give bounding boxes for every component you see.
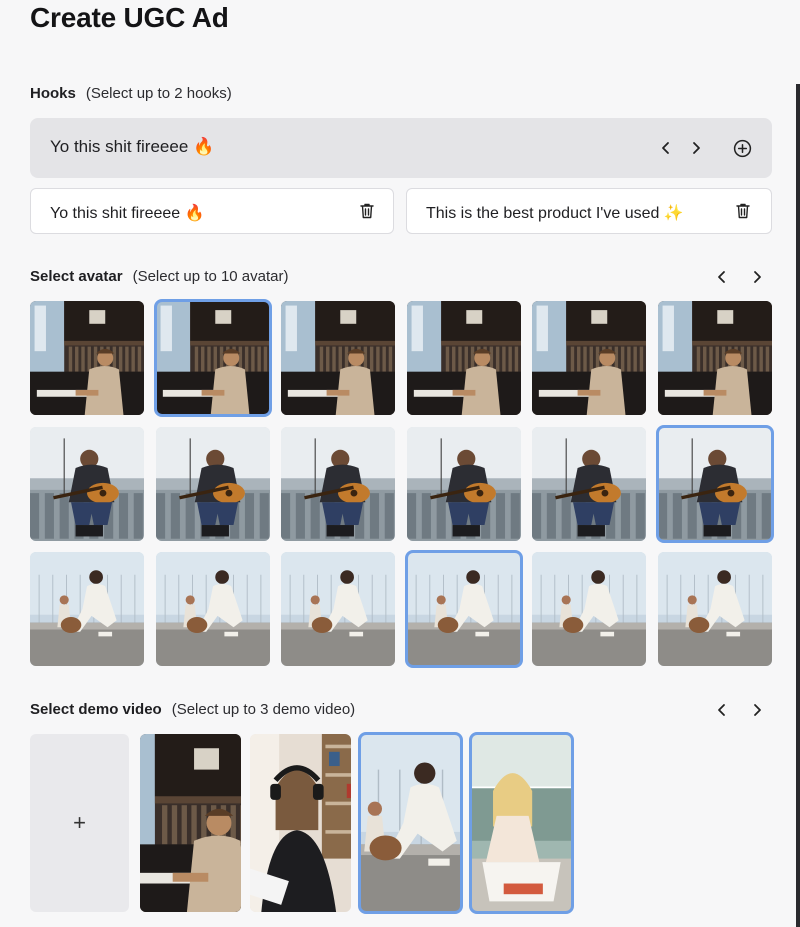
avatar-hint: (Select up to 10 avatar) [132, 268, 289, 285]
avatar-option[interactable] [532, 301, 647, 415]
piano-man-image [30, 301, 144, 415]
add-hook-button[interactable] [730, 136, 754, 160]
sitting-woman-image [471, 734, 572, 912]
demo-section-title: Select demo video (Select up to 3 demo vi… [30, 701, 355, 718]
squat-woman-image [532, 552, 647, 666]
guitar-man-image [155, 426, 270, 541]
chevron-right-icon [754, 271, 761, 283]
hook-prev-button[interactable] [654, 136, 678, 160]
hooks-hint: (Select up to 2 hooks) [85, 85, 232, 102]
delete-hook-button[interactable] [733, 201, 753, 221]
avatar-option[interactable] [30, 426, 144, 541]
demo-label: Select demo video [30, 701, 162, 718]
avatar-next-button[interactable] [745, 265, 769, 289]
demo-video-option[interactable] [250, 734, 351, 912]
guitar-man-image [281, 426, 396, 541]
current-hook-text: Yo this shit fireeee 🔥 [50, 137, 215, 156]
hook-next-button[interactable] [684, 136, 708, 160]
plus-circle-icon [733, 139, 751, 157]
demo-hint: (Select up to 3 demo video) [171, 701, 356, 718]
delete-hook-button[interactable] [357, 201, 377, 221]
add-demo-video-button[interactable]: + [30, 734, 129, 912]
squat-woman-image [281, 552, 396, 666]
avatar-option[interactable] [406, 301, 521, 415]
squat-woman-image [658, 552, 772, 666]
piano-man-image [658, 301, 772, 415]
avatar-option[interactable] [281, 301, 396, 415]
avatar-option[interactable] [281, 426, 396, 541]
avatar-option[interactable] [155, 426, 270, 541]
piano-man-image [532, 301, 647, 415]
demo-video-option[interactable] [469, 732, 574, 914]
piano-man-image [281, 301, 396, 415]
avatar-option[interactable] [404, 550, 523, 668]
piano-man-image [140, 734, 241, 912]
avatar-option[interactable] [656, 424, 774, 543]
page-title: Create UGC Ad [30, 2, 229, 33]
guitar-man-image [406, 426, 521, 541]
hooks-section-title: Hooks (Select up to 2 hooks) [30, 85, 232, 102]
selected-hook-card[interactable]: Yo this shit fireeee 🔥 [30, 188, 394, 234]
avatar-label: Select avatar [30, 268, 123, 285]
avatar-section-title: Select avatar (Select up to 10 avatar) [30, 268, 289, 285]
avatar-option[interactable] [30, 301, 144, 415]
avatar-option[interactable] [281, 552, 396, 666]
demo-prev-button[interactable] [710, 698, 734, 722]
avatar-option[interactable] [153, 299, 272, 417]
trash-icon [360, 203, 374, 219]
plus-icon: + [73, 810, 86, 835]
avatar-option[interactable] [155, 552, 270, 666]
piano-man-image [406, 301, 521, 415]
chevron-left-icon [718, 704, 725, 716]
demo-video-option[interactable] [140, 734, 241, 912]
demo-video-option[interactable] [358, 732, 463, 914]
avatar-option[interactable] [658, 552, 772, 666]
piano-man-image [155, 301, 270, 415]
chevron-left-icon [718, 271, 725, 283]
squat-woman-image [406, 552, 521, 666]
selected-hook-text: Yo this shit fireeee 🔥 [50, 205, 205, 222]
chevron-right-icon [693, 142, 700, 154]
selected-hook-text: This is the best product I've used ✨ [426, 205, 684, 222]
hook-selector[interactable]: Yo this shit fireeee 🔥 [30, 118, 772, 178]
squat-woman-image [30, 552, 144, 666]
guitar-man-image [30, 426, 144, 541]
avatar-option[interactable] [30, 552, 144, 666]
avatar-option[interactable] [658, 301, 772, 415]
avatar-prev-button[interactable] [710, 265, 734, 289]
squat-woman-image [155, 552, 270, 666]
selected-hook-card[interactable]: This is the best product I've used ✨ [406, 188, 772, 234]
avatar-option[interactable] [532, 426, 647, 541]
hooks-label: Hooks [30, 85, 76, 102]
trash-icon [736, 203, 750, 219]
demo-next-button[interactable] [745, 698, 769, 722]
squat-woman-image [360, 734, 461, 912]
headphones-woman-image [250, 734, 351, 912]
avatar-option[interactable] [532, 552, 647, 666]
chevron-left-icon [662, 142, 669, 154]
scrollbar[interactable] [796, 84, 800, 927]
chevron-right-icon [754, 704, 761, 716]
guitar-man-image [658, 426, 772, 541]
guitar-man-image [532, 426, 647, 541]
avatar-option[interactable] [406, 426, 521, 541]
